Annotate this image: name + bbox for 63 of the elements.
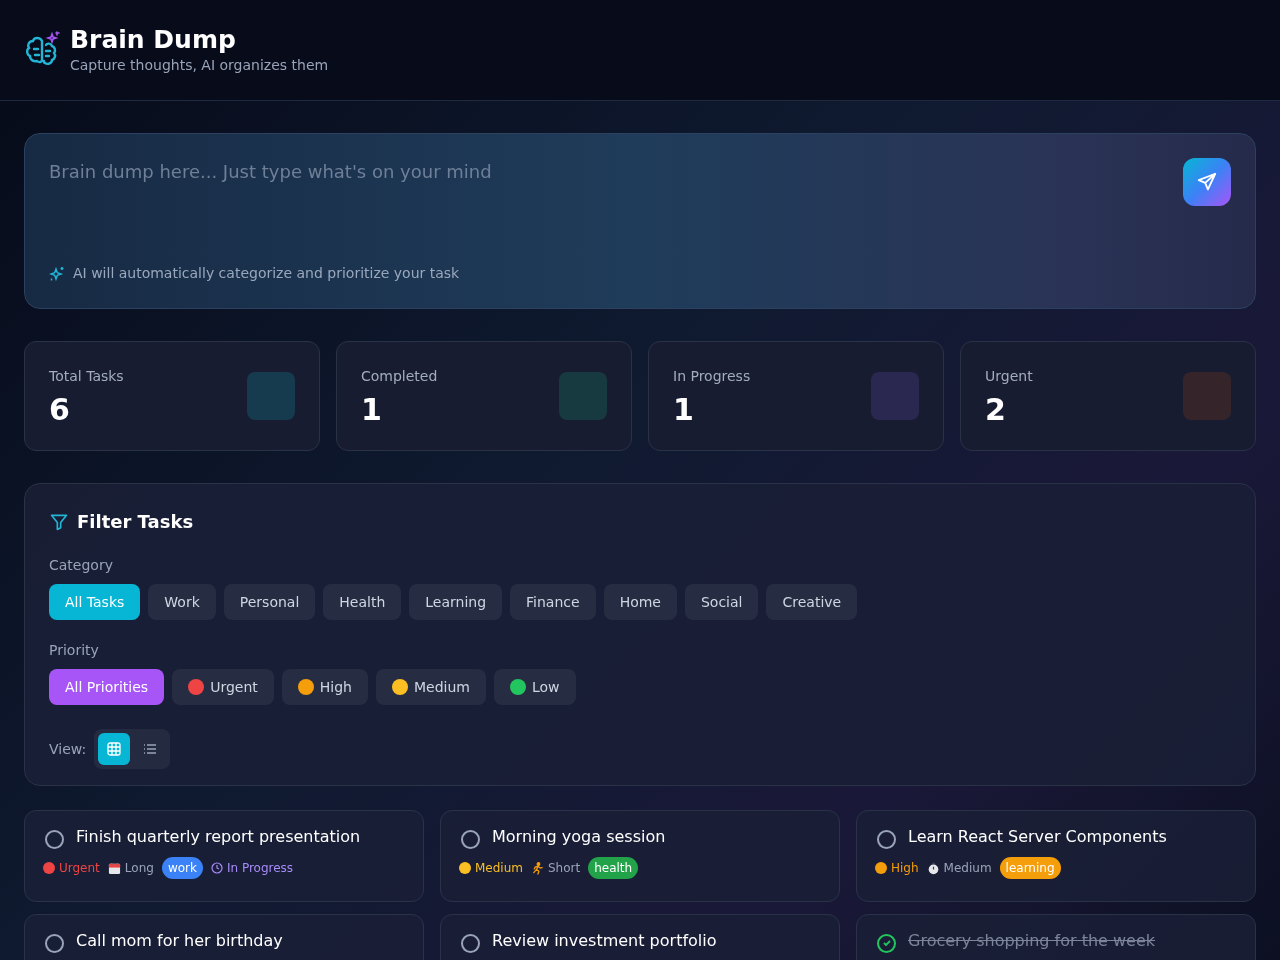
app-title: Brain Dump — [70, 23, 237, 56]
task-title: Call mom for her birthday — [76, 930, 283, 952]
duration-label: Long — [124, 860, 154, 877]
priority-label: Priority — [49, 641, 100, 660]
category-chip[interactable]: Personal — [223, 584, 316, 620]
stat-label: In Progress — [673, 367, 751, 386]
task-checkbox[interactable] — [461, 829, 480, 849]
category-chip[interactable]: Work — [148, 584, 216, 620]
task-checkbox[interactable] — [45, 933, 64, 953]
filter-title: Filter Tasks — [77, 510, 194, 534]
view-label: View: — [49, 739, 87, 759]
category-chip[interactable]: Learning — [409, 584, 503, 620]
task-title: Review investment portfolio — [492, 930, 717, 952]
runner-icon — [531, 861, 544, 875]
task-checkbox[interactable] — [461, 933, 480, 953]
priority-chip[interactable]: Medium — [375, 669, 486, 705]
task-title: Morning yoga session — [492, 826, 666, 848]
send-button[interactable] — [1183, 158, 1231, 206]
priority-chip[interactable]: High — [281, 669, 368, 705]
category-tag: work — [161, 857, 203, 879]
category-chip[interactable]: Health — [323, 584, 402, 620]
sparkles-icon — [49, 265, 65, 282]
check-icon — [881, 938, 892, 948]
stat-label: Urgent — [985, 367, 1033, 386]
category-label: Category — [49, 556, 114, 575]
task-title: Finish quarterly report presentation — [76, 826, 361, 848]
stat-value: 1 — [361, 391, 383, 429]
stat-label: Total Tasks — [49, 367, 124, 386]
task-checkbox[interactable] — [877, 933, 896, 953]
duration-label: Short — [548, 860, 581, 877]
stat-value: 6 — [49, 391, 71, 429]
duration-label: Medium — [943, 860, 992, 877]
priority-chip[interactable]: All Priorities — [49, 669, 165, 705]
list-icon — [143, 742, 158, 756]
task-title: Grocery shopping for the week — [908, 930, 1156, 952]
stat-value: 1 — [673, 391, 695, 429]
text-input[interactable]: Brain dump here... Just type what's on your mind — [49, 158, 1149, 248]
status-label: In Progress — [226, 860, 294, 877]
priority-chip[interactable]: Urgent — [172, 669, 274, 705]
priority-label: Medium — [475, 860, 523, 877]
task-title: Learn React Server Components — [908, 826, 1167, 848]
hint-text: AI will automatically categorize and prioritize your task — [73, 264, 460, 283]
priority-label: High — [891, 860, 919, 877]
category-chip[interactable]: Social — [684, 584, 759, 620]
calendar-icon — [107, 861, 121, 875]
stopwatch-icon — [926, 861, 940, 875]
priority-label: Urgent — [59, 860, 100, 877]
category-chip[interactable]: Finance — [510, 584, 596, 620]
view-button[interactable] — [98, 733, 131, 765]
category-chip[interactable]: Home — [603, 584, 677, 620]
grid-icon — [107, 742, 122, 756]
category-chip[interactable]: Creative — [766, 584, 858, 620]
stat-value: 2 — [985, 391, 1007, 429]
priority-chip[interactable]: Low — [493, 669, 576, 705]
category-tag: health — [588, 857, 639, 879]
app-subtitle: Capture thoughts, AI organizes them — [70, 56, 329, 76]
clock-icon — [210, 862, 223, 874]
task-checkbox[interactable] — [877, 829, 896, 849]
brain-dump-field[interactable]: Brain dump here... Just type what's on your mind AI will automatically categorize and prioritize your task — [24, 133, 1256, 309]
task-checkbox[interactable] — [45, 829, 64, 849]
category-tag: learning — [999, 857, 1061, 879]
send-icon — [1196, 171, 1218, 193]
stat-label: Completed — [361, 367, 438, 386]
